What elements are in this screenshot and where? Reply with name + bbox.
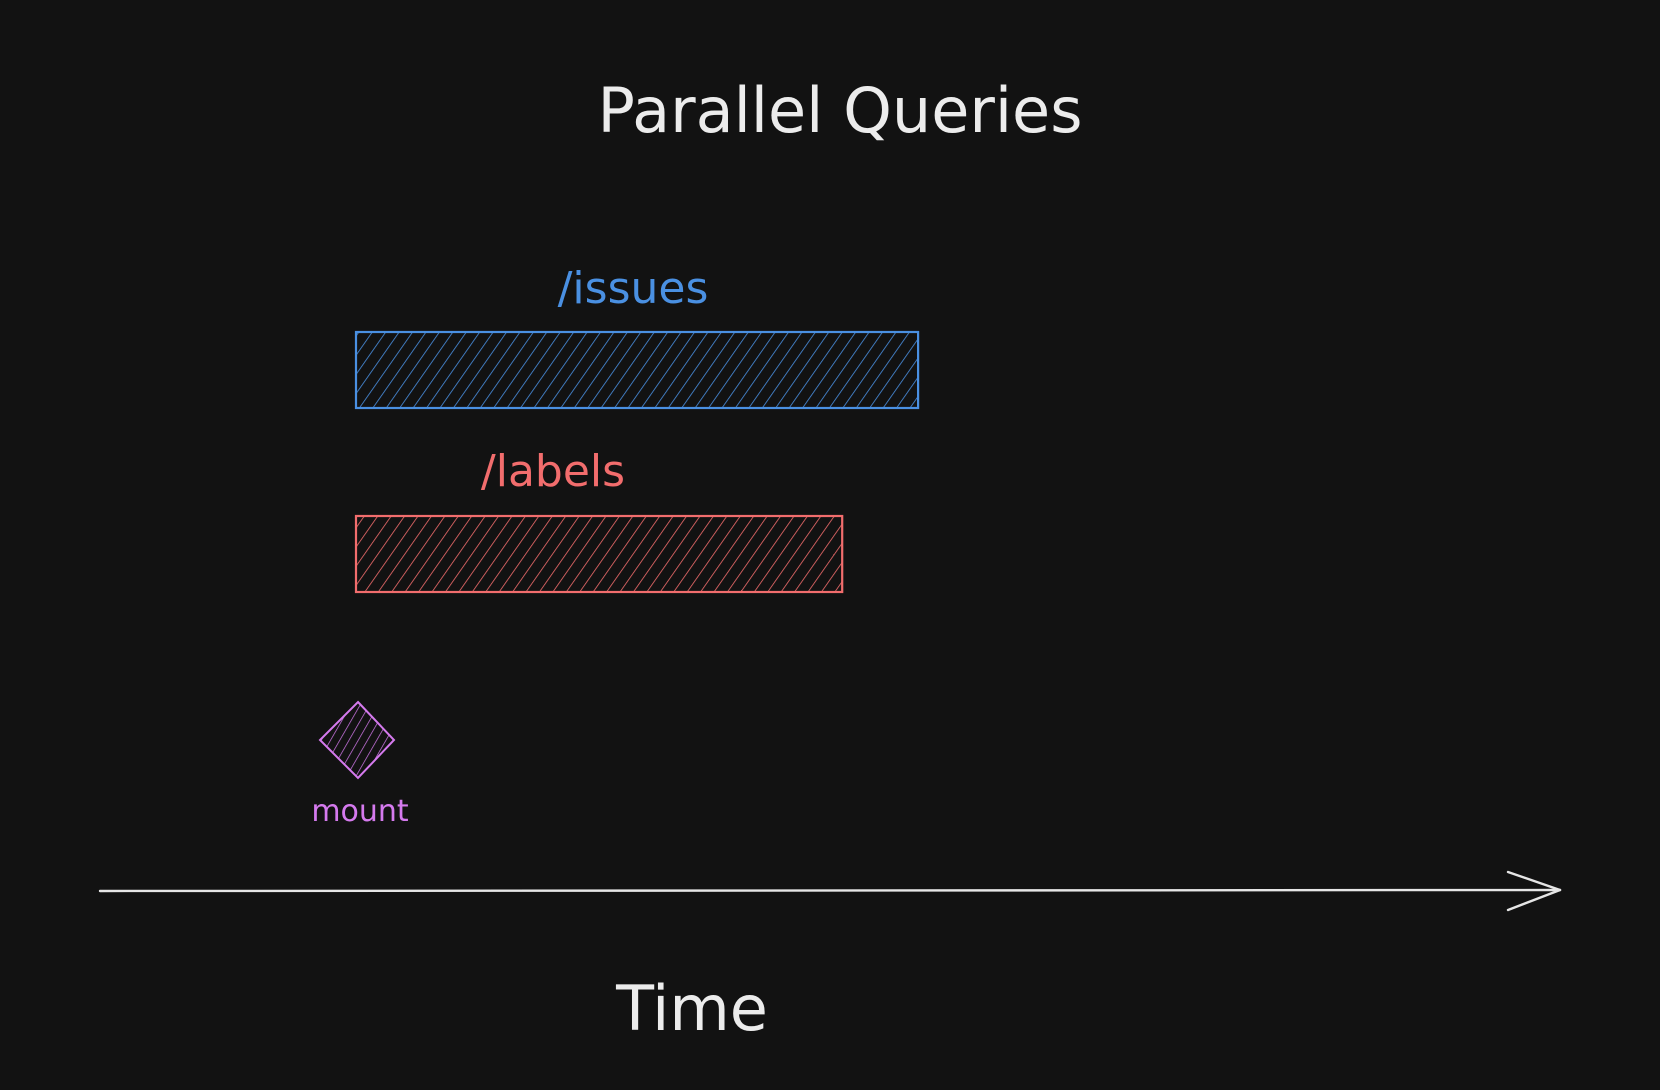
mount-event-diamond	[318, 700, 396, 780]
query-label-issues: /issues	[558, 263, 709, 314]
query-label-labels: /labels	[481, 446, 625, 497]
query-bar-labels	[354, 514, 844, 594]
mount-event-label: mount	[311, 794, 409, 829]
arrow-right-icon	[98, 870, 1562, 912]
time-axis-label: Time	[615, 972, 768, 1045]
diagram-title: Parallel Queries	[597, 74, 1082, 147]
diagram-canvas: Parallel Queries /issues /labels mount T…	[98, 74, 1562, 1045]
query-bar-issues	[354, 330, 920, 410]
